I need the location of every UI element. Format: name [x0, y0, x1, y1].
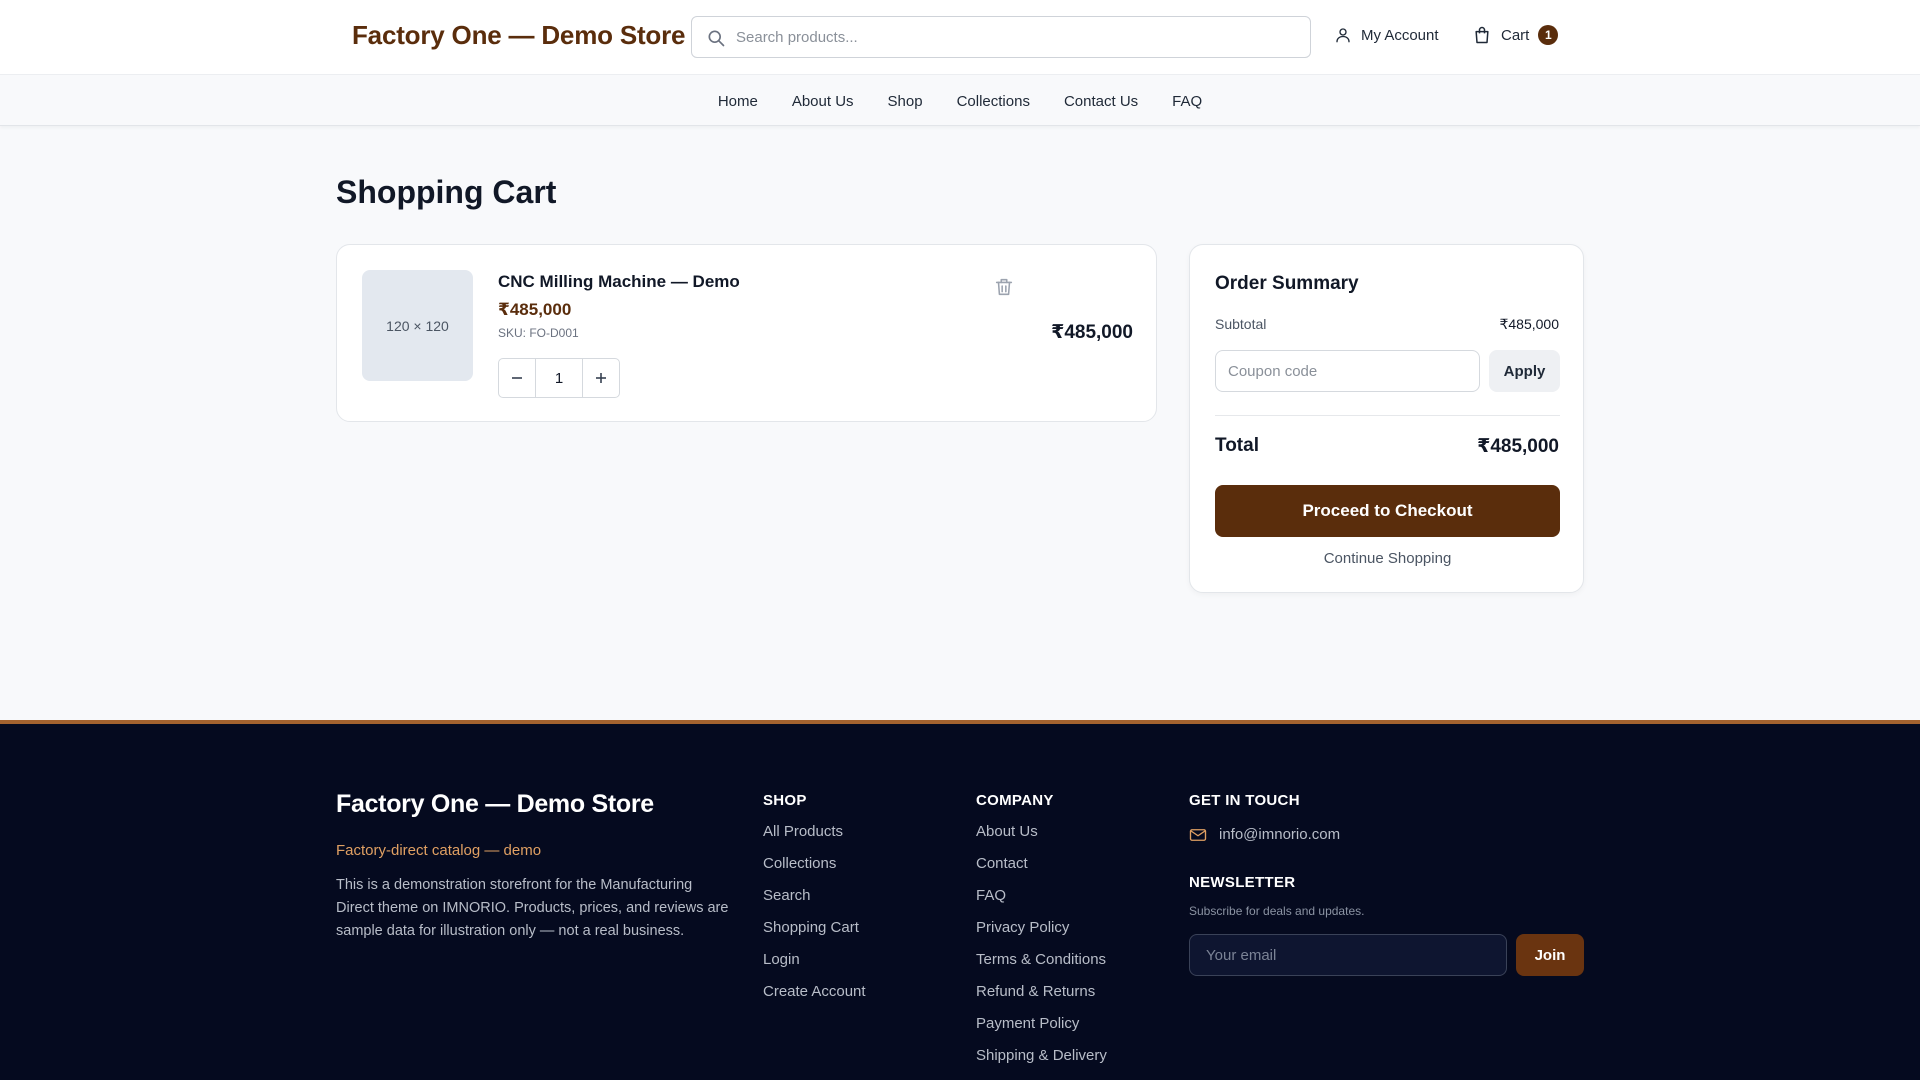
total-value: ₹485,000 [1477, 436, 1559, 457]
footer-company-heading: COMPANY [976, 792, 1054, 809]
nav-item-faq[interactable]: FAQ [1172, 93, 1202, 110]
footer-link-about-us[interactable]: About Us [976, 823, 1107, 855]
newsletter-email-input[interactable] [1189, 934, 1507, 976]
footer-link-login[interactable]: Login [763, 951, 866, 983]
site-footer: Factory One — Demo Store Factory-direct … [0, 720, 1920, 1080]
search-box[interactable] [691, 16, 1311, 58]
total-label: Total [1215, 435, 1259, 456]
coupon-code-input[interactable] [1215, 350, 1480, 392]
footer-brand: Factory One — Demo Store [336, 790, 654, 818]
quantity-value[interactable]: 1 [535, 359, 583, 397]
footer-link-shopping-cart[interactable]: Shopping Cart [763, 919, 866, 951]
mail-icon [1189, 828, 1207, 841]
site-header: Factory One — Demo Store My Account Cart… [0, 0, 1920, 74]
page-title: Shopping Cart [336, 174, 557, 210]
footer-company-column: COMPANY About Us Contact FAQ Privacy Pol… [976, 792, 1107, 1079]
product-price: ₹485,000 [498, 300, 572, 319]
quantity-stepper: 1 [498, 358, 620, 398]
footer-link-faq[interactable]: FAQ [976, 887, 1107, 919]
trash-icon[interactable] [993, 276, 1015, 298]
nav-item-about-us[interactable]: About Us [792, 93, 854, 110]
footer-link-payment-policy[interactable]: Payment Policy [976, 1015, 1107, 1047]
product-name[interactable]: CNC Milling Machine — Demo [498, 272, 740, 292]
my-account-label: My Account [1361, 26, 1439, 44]
nav-item-collections[interactable]: Collections [957, 93, 1030, 110]
nav-item-shop[interactable]: Shop [888, 93, 923, 110]
cart-count-badge: 1 [1538, 25, 1559, 45]
footer-contact-heading: GET IN TOUCH [1189, 792, 1300, 809]
increase-quantity-button[interactable] [583, 359, 619, 397]
footer-tagline: Factory-direct catalog — demo [336, 842, 542, 859]
newsletter-join-button[interactable]: Join [1516, 934, 1584, 976]
newsletter-subtitle: Subscribe for deals and updates. [1189, 904, 1365, 918]
summary-divider [1215, 415, 1560, 416]
plus-icon [596, 373, 606, 383]
newsletter-heading: NEWSLETTER [1189, 874, 1296, 891]
footer-description: This is a demonstration storefront for t… [336, 877, 729, 939]
user-icon [1336, 28, 1350, 43]
cart-item-card: 120 × 120 CNC Milling Machine — Demo ₹48… [336, 244, 1157, 422]
footer-link-all-products[interactable]: All Products [763, 823, 866, 855]
footer-link-collections[interactable]: Collections [763, 855, 866, 887]
footer-shop-column: SHOP All Products Collections Search Sho… [763, 792, 866, 1015]
footer-email: info@imnorio.com [1219, 826, 1341, 843]
cart-link[interactable]: Cart 1 [1472, 24, 1559, 46]
my-account-link[interactable]: My Account [1334, 26, 1439, 44]
subtotal-value: ₹485,000 [1499, 316, 1559, 332]
nav-item-home[interactable]: Home [718, 93, 758, 110]
main-nav: Home About Us Shop Collections Contact U… [0, 74, 1920, 126]
store-logo[interactable]: Factory One — Demo Store [352, 20, 685, 51]
subtotal-label: Subtotal [1215, 316, 1267, 332]
footer-shop-heading: SHOP [763, 792, 807, 809]
decrease-quantity-button[interactable] [499, 359, 535, 397]
continue-shopping-link[interactable]: Continue Shopping [1190, 550, 1585, 567]
footer-link-create-account[interactable]: Create Account [763, 983, 866, 1015]
nav-item-contact-us[interactable]: Contact Us [1064, 93, 1138, 110]
line-total: ₹485,000 [1051, 322, 1133, 343]
footer-contact-column: GET IN TOUCH info@imnorio.com [1189, 792, 1340, 843]
footer-link-privacy-policy[interactable]: Privacy Policy [976, 919, 1107, 951]
footer-link-contact[interactable]: Contact [976, 855, 1107, 887]
footer-link-terms[interactable]: Terms & Conditions [976, 951, 1107, 983]
product-sku: SKU: FO-D001 [498, 326, 579, 340]
footer-link-refund-returns[interactable]: Refund & Returns [976, 983, 1107, 1015]
proceed-to-checkout-button[interactable]: Proceed to Checkout [1215, 485, 1560, 537]
bag-icon [1475, 26, 1489, 44]
minus-icon [512, 377, 522, 379]
cart-label: Cart [1501, 26, 1530, 44]
footer-link-shipping-delivery[interactable]: Shipping & Delivery [976, 1047, 1107, 1079]
apply-coupon-button[interactable]: Apply [1489, 350, 1560, 392]
order-summary-title: Order Summary [1215, 273, 1359, 294]
product-image-placeholder[interactable]: 120 × 120 [362, 270, 473, 381]
search-icon [708, 30, 725, 47]
search-input[interactable] [736, 17, 1296, 57]
order-summary: Order Summary Subtotal ₹485,000 Apply To… [1189, 244, 1584, 593]
footer-link-search[interactable]: Search [763, 887, 866, 919]
footer-email-link[interactable]: info@imnorio.com [1189, 826, 1340, 843]
